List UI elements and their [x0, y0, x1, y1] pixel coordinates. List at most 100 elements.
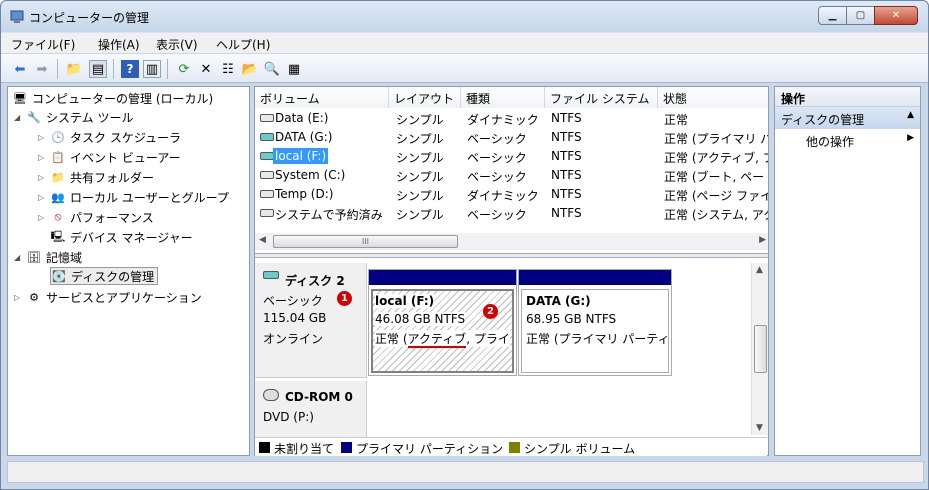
tree-services-apps[interactable]: ▷ ⚙ サービスとアプリケーション — [14, 288, 202, 306]
collapsed-triangle-icon[interactable]: ▷ — [14, 293, 26, 302]
disk-management-icon: 💽 — [52, 269, 66, 283]
partition-local-name: local (F:) — [375, 294, 435, 308]
device-manager-icon: 🖳 — [50, 229, 66, 243]
menu-file[interactable]: ファイル(F) — [11, 36, 75, 53]
cdrom-drive: DVD (P:) — [263, 410, 314, 424]
scroll-left-icon[interactable]: ◀ — [259, 235, 266, 245]
action-pane-icon[interactable]: ▥ — [143, 60, 161, 78]
tree-root[interactable]: 🖥 コンピューターの管理 (ローカル) — [12, 89, 213, 107]
horizontal-scrollbar[interactable]: ◀ III ▶ — [255, 233, 768, 250]
volume-icon — [260, 171, 274, 179]
annotation-badge-2: 2 — [483, 304, 498, 319]
refresh-icon[interactable]: ⟳ — [175, 60, 193, 78]
volume-icon — [260, 114, 274, 122]
forward-arrow-icon[interactable]: ➡ — [33, 60, 51, 78]
open-icon[interactable]: 📂 — [241, 60, 259, 78]
help-icon[interactable]: ? — [121, 60, 139, 78]
legend-primary: プライマリ パーティション — [356, 442, 504, 456]
tree-system-tools[interactable]: ◢ 🔧 システム ツール — [14, 108, 133, 126]
settings-icon[interactable]: ▦ — [285, 60, 303, 78]
collapsed-triangle-icon[interactable]: ▷ — [38, 213, 50, 222]
action-section-disk-management[interactable]: ディスクの管理 ▲ — [775, 107, 920, 129]
partition-local[interactable]: local (F:) 46.08 GB NTFS 正常 (アクティブ, プライ — [368, 269, 517, 376]
col-volume[interactable]: ボリューム — [255, 87, 389, 108]
window-title: コンピューターの管理 — [29, 11, 150, 25]
tree-performance[interactable]: ▷ ⦸ パフォーマンス — [38, 208, 154, 226]
event-viewer-icon: 📋 — [51, 150, 65, 164]
col-filesystem[interactable]: ファイル システム — [545, 87, 658, 108]
maximize-button[interactable]: ▢ — [846, 6, 875, 25]
volume-row-selected[interactable]: local (F:) シンプル ベーシック NTFS 正常 (アクティブ, プ — [255, 147, 768, 166]
disk2-state: オンライン — [263, 332, 324, 346]
partition-data[interactable]: DATA (G:) 68.95 GB NTFS 正常 (プライマリ パーティ — [518, 269, 672, 376]
partition-data-name: DATA (G:) — [526, 294, 591, 308]
minimize-button[interactable]: ▁ — [818, 6, 847, 25]
tree-shared-folders[interactable]: ▷ 📁 共有フォルダー — [38, 168, 154, 186]
show-tree-icon[interactable]: ▤ — [89, 60, 107, 78]
toolbar: ⬅ ➡ 📁 ▤ ? ▥ ⟳ ✕ ☷ 📂 🔍 ▦ — [1, 54, 928, 83]
scroll-up-icon[interactable]: ▲ — [756, 265, 763, 275]
users-icon: 👥 — [51, 190, 65, 204]
tree-storage[interactable]: ◢ 🗄 記憶域 — [14, 248, 82, 266]
collapsed-triangle-icon[interactable]: ▷ — [38, 153, 50, 162]
column-header: ボリューム レイアウト 種類 ファイル システム 状態 — [255, 87, 768, 108]
collapsed-triangle-icon[interactable]: ▷ — [38, 173, 50, 182]
partition-data-status: 正常 (プライマリ パーティ — [526, 332, 670, 346]
disk-graphical-view: ディスク 2 ベーシック 115.04 GB オンライン 1 local (F:… — [255, 263, 767, 441]
partition-local-size: 46.08 GB NTFS — [375, 312, 466, 326]
legend-swatch-simple — [509, 442, 520, 453]
navigation-tree: 🖥 コンピューターの管理 (ローカル) ◢ 🔧 システム ツール ▷ 🕒 タスク スケジュ… — [7, 86, 250, 456]
partition-data-size: 68.95 GB NTFS — [526, 312, 617, 326]
vertical-scroll-thumb[interactable] — [754, 325, 767, 373]
menu-help[interactable]: ヘルプ(H) — [216, 36, 270, 53]
disk2-kind: ベーシック — [263, 294, 323, 308]
partition-local-body: local (F:) 46.08 GB NTFS 正常 (アクティブ, プライ — [371, 289, 514, 373]
volume-row[interactable]: DATA (G:) シンプル ベーシック NTFS 正常 (プライマリ パ — [255, 128, 768, 147]
title-bar[interactable]: コンピューターの管理 ▁ ▢ ✕ — [1, 1, 928, 31]
legend-unallocated: 未割り当て — [274, 442, 335, 456]
up-folder-icon[interactable]: 📁 — [65, 60, 83, 78]
volume-row[interactable]: Data (E:) シンプル ダイナミック NTFS 正常 — [255, 109, 768, 128]
expanded-triangle-icon[interactable]: ◢ — [14, 113, 26, 122]
collapsed-triangle-icon[interactable]: ▷ — [38, 133, 50, 142]
cdrom-label-block[interactable]: CD-ROM 0 DVD (P:) — [255, 381, 367, 441]
delete-icon[interactable]: ✕ — [197, 60, 215, 78]
tree-local-users[interactable]: ▷ 👥 ローカル ユーザーとグループ — [38, 188, 229, 206]
pane-splitter[interactable] — [255, 253, 768, 258]
services-icon: ⚙ — [29, 290, 39, 304]
expanded-triangle-icon[interactable]: ◢ — [14, 253, 26, 262]
collapsed-triangle-icon[interactable]: ▷ — [38, 193, 50, 202]
tree-event-viewer[interactable]: ▷ 📋 イベント ビューアー — [38, 148, 181, 166]
volume-icon — [260, 152, 274, 160]
volume-row[interactable]: システムで予約済み シンプル ベーシック NTFS 正常 (システム, アク — [255, 204, 768, 223]
volume-row[interactable]: Temp (D:) シンプル ダイナミック NTFS 正常 (ページ ファイ — [255, 185, 768, 204]
scroll-right-icon[interactable]: ▶ — [759, 235, 766, 245]
scroll-down-icon[interactable]: ▼ — [756, 423, 763, 433]
col-layout[interactable]: レイアウト — [389, 87, 461, 108]
action-more-actions[interactable]: 他の操作 ▶ — [775, 129, 920, 151]
tree-device-manager[interactable]: 🖳 デバイス マネージャー — [50, 228, 193, 246]
partition-header-bar — [519, 270, 671, 285]
volume-icon — [260, 190, 274, 198]
disk2-label-block[interactable]: ディスク 2 ベーシック 115.04 GB オンライン — [255, 263, 367, 378]
disk-icon — [263, 271, 279, 279]
menu-action[interactable]: 操作(A) — [98, 36, 140, 53]
menu-view[interactable]: 表示(V) — [156, 36, 198, 53]
vertical-scrollbar[interactable]: ▲ ▼ — [751, 263, 768, 435]
collapse-arrow-icon[interactable]: ▲ — [907, 110, 914, 120]
main-window: コンピューターの管理 ▁ ▢ ✕ ファイル(F) 操作(A) 表示(V) ヘルプ… — [0, 0, 929, 490]
tree-task-scheduler[interactable]: ▷ 🕒 タスク スケジューラ — [38, 128, 181, 146]
col-type[interactable]: 種類 — [461, 87, 545, 108]
close-button[interactable]: ✕ — [874, 6, 918, 25]
col-status[interactable]: 状態 — [658, 87, 768, 108]
computer-management-icon — [10, 10, 24, 23]
back-arrow-icon[interactable]: ⬅ — [11, 60, 29, 78]
tree-disk-management[interactable]: 💽 ディスクの管理 — [50, 267, 159, 285]
properties-icon[interactable]: ☷ — [219, 60, 237, 78]
legend: 未割り当て プライマリ パーティション シンプル ボリューム — [255, 437, 767, 456]
horizontal-scroll-thumb[interactable]: III — [273, 235, 458, 248]
annotation-badge-1: 1 — [337, 291, 352, 306]
search-icon[interactable]: 🔍 — [263, 60, 281, 78]
volume-row[interactable]: System (C:) シンプル ベーシック NTFS 正常 (ブート, ペー — [255, 166, 768, 185]
volume-icon — [260, 133, 274, 141]
